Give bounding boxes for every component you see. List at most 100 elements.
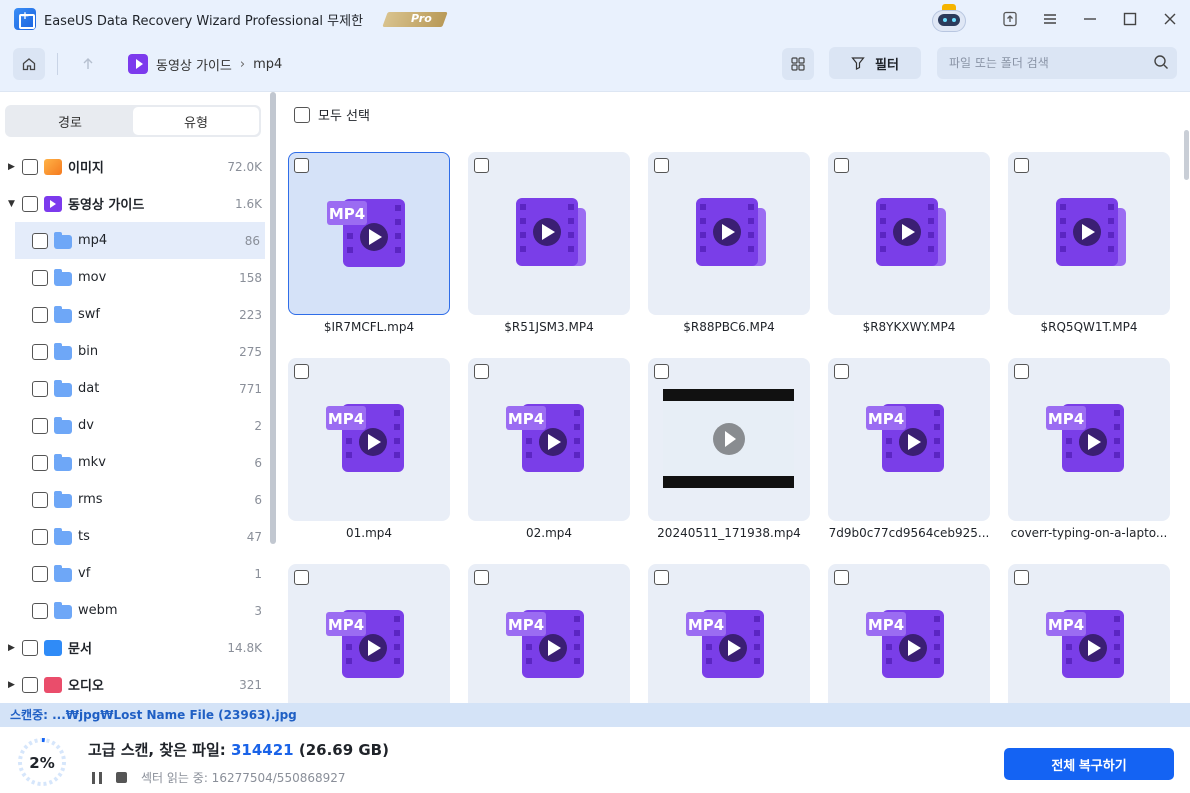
menu-button[interactable]	[1030, 0, 1070, 38]
tree-category-video[interactable]: ▼ 동영상 가이드 1.6K	[0, 185, 268, 222]
tree-folder-swf[interactable]: swf 223	[0, 296, 268, 333]
file-thumbnail[interactable]	[468, 152, 630, 315]
sidebar-scrollbar[interactable]	[270, 92, 276, 544]
filter-button[interactable]: 필터	[829, 47, 921, 79]
checkbox[interactable]	[22, 639, 38, 656]
checkbox[interactable]	[22, 676, 38, 693]
file-thumbnail[interactable]: MP4	[468, 358, 630, 521]
checkbox[interactable]	[22, 195, 38, 212]
file-checkbox[interactable]	[1014, 570, 1029, 585]
expand-arrow-icon[interactable]: ▶	[8, 162, 18, 172]
grid-scrollbar[interactable]	[1184, 130, 1189, 180]
tree-folder-mp4[interactable]: mp4 86	[15, 222, 265, 259]
file-checkbox[interactable]	[474, 570, 489, 585]
tree-folder-bin[interactable]: bin 275	[0, 333, 268, 370]
checkbox[interactable]	[22, 158, 38, 175]
breadcrumb-item-video[interactable]: 동영상 가이드	[156, 55, 232, 74]
file-card[interactable]: $R88PBC6.MP4	[648, 152, 810, 342]
file-checkbox[interactable]	[294, 570, 309, 585]
file-thumbnail[interactable]: MP4	[288, 564, 450, 703]
checkbox[interactable]	[32, 565, 48, 582]
tree-category-audio[interactable]: ▶ 오디오 321	[0, 666, 268, 703]
breadcrumb-item-mp4[interactable]: mp4	[253, 57, 282, 72]
maximize-button[interactable]	[1110, 0, 1150, 38]
file-thumbnail[interactable]: MP4	[648, 564, 810, 703]
file-checkbox[interactable]	[834, 158, 849, 173]
checkbox[interactable]	[32, 380, 48, 397]
tree-folder-mkv[interactable]: mkv 6	[0, 444, 268, 481]
file-card[interactable]: MP4	[288, 564, 450, 703]
file-card[interactable]: $R8YKXWY.MP4	[828, 152, 990, 342]
file-card[interactable]: MP4	[468, 564, 630, 703]
checkbox[interactable]	[32, 528, 48, 545]
file-thumbnail[interactable]: MP4	[468, 564, 630, 703]
checkbox[interactable]	[32, 343, 48, 360]
file-thumbnail[interactable]: MP4	[288, 358, 450, 521]
file-card[interactable]: 20240511_171938.mp4	[648, 358, 810, 548]
select-all-checkbox[interactable]	[294, 106, 310, 123]
close-button[interactable]	[1150, 0, 1190, 38]
file-card[interactable]: $RQ5QW1T.MP4	[1008, 152, 1170, 342]
assistant-robot-icon[interactable]	[926, 4, 972, 34]
file-thumbnail[interactable]	[648, 358, 810, 521]
file-checkbox[interactable]	[834, 364, 849, 379]
stop-icon[interactable]	[116, 772, 127, 783]
select-all[interactable]: 모두 선택	[294, 105, 370, 124]
file-checkbox[interactable]	[1014, 364, 1029, 379]
file-checkbox[interactable]	[294, 158, 309, 173]
pause-icon[interactable]	[92, 771, 102, 784]
search-input[interactable]	[937, 47, 1177, 79]
file-thumbnail[interactable]: MP4	[828, 564, 990, 703]
grid-view-button[interactable]	[782, 48, 814, 80]
checkbox[interactable]	[32, 602, 48, 619]
tree-category-images[interactable]: ▶ 이미지 72.0K	[0, 148, 268, 185]
file-thumbnail[interactable]: MP4	[828, 358, 990, 521]
file-card[interactable]: MP4 01.mp4	[288, 358, 450, 548]
file-checkbox[interactable]	[1014, 158, 1029, 173]
tree-folder-vf[interactable]: vf 1	[0, 555, 268, 592]
upload-button[interactable]	[990, 0, 1030, 38]
checkbox[interactable]	[32, 491, 48, 508]
tree-folder-webm[interactable]: webm 3	[0, 592, 268, 629]
file-card[interactable]: MP4 02.mp4	[468, 358, 630, 548]
tree-folder-mov[interactable]: mov 158	[0, 259, 268, 296]
file-thumbnail[interactable]	[1008, 152, 1170, 315]
checkbox[interactable]	[32, 454, 48, 471]
file-card[interactable]: MP4	[828, 564, 990, 703]
file-card[interactable]: MP4	[1008, 564, 1170, 703]
checkbox[interactable]	[32, 269, 48, 286]
tab-type[interactable]: 유형	[133, 107, 259, 135]
file-card[interactable]: MP4 $IR7MCFL.mp4	[288, 152, 450, 342]
file-thumbnail[interactable]	[828, 152, 990, 315]
file-checkbox[interactable]	[474, 158, 489, 173]
file-card[interactable]: MP4 7d9b0c77cd9564ceb925...	[828, 358, 990, 548]
tree-category-documents[interactable]: ▶ 문서 14.8K	[0, 629, 268, 666]
file-thumbnail[interactable]	[648, 152, 810, 315]
tree-folder-ts[interactable]: ts 47	[0, 518, 268, 555]
collapse-arrow-icon[interactable]: ▼	[8, 199, 18, 209]
file-checkbox[interactable]	[654, 570, 669, 585]
tree-folder-rms[interactable]: rms 6	[0, 481, 268, 518]
file-thumbnail[interactable]: MP4	[1008, 358, 1170, 521]
minimize-button[interactable]	[1070, 0, 1110, 38]
file-checkbox[interactable]	[474, 364, 489, 379]
file-card[interactable]: MP4 coverr-typing-on-a-lapto...	[1008, 358, 1170, 548]
expand-arrow-icon[interactable]: ▶	[8, 680, 18, 690]
recover-all-button[interactable]: 전체 복구하기	[1004, 748, 1174, 780]
up-button[interactable]	[72, 48, 104, 80]
file-checkbox[interactable]	[654, 158, 669, 173]
file-card[interactable]: $R51JSM3.MP4	[468, 152, 630, 342]
tab-path[interactable]: 경로	[7, 107, 133, 135]
file-checkbox[interactable]	[654, 364, 669, 379]
file-card[interactable]: MP4	[648, 564, 810, 703]
checkbox[interactable]	[32, 306, 48, 323]
tree-folder-dv[interactable]: dv 2	[0, 407, 268, 444]
search-icon[interactable]	[1153, 54, 1169, 70]
file-thumbnail[interactable]: MP4	[288, 152, 450, 315]
expand-arrow-icon[interactable]: ▶	[8, 643, 18, 653]
checkbox[interactable]	[32, 232, 48, 249]
home-button[interactable]	[13, 48, 45, 80]
file-checkbox[interactable]	[294, 364, 309, 379]
tree-folder-dat[interactable]: dat 771	[0, 370, 268, 407]
checkbox[interactable]	[32, 417, 48, 434]
